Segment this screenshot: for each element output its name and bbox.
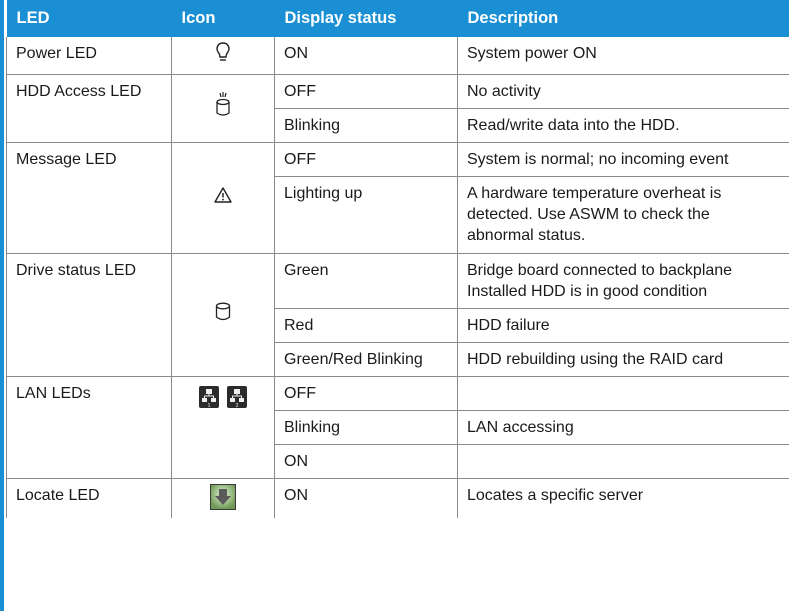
description <box>457 443 789 479</box>
lightbulb-icon <box>216 42 230 61</box>
led-name: Drive status LED <box>6 252 172 377</box>
description: No activity <box>457 73 789 109</box>
display-status: OFF <box>274 141 458 177</box>
svg-text:2: 2 <box>236 403 239 408</box>
description: Read/write data into the HDD. <box>457 107 789 143</box>
description: System power ON <box>457 37 789 75</box>
header-display-status: Display status <box>274 0 458 37</box>
display-status: Red <box>274 307 458 343</box>
icon-cell <box>171 73 275 143</box>
description <box>457 375 789 411</box>
led-name: Power LED <box>6 37 172 75</box>
table-row: Locate LED ON Locates a specific server <box>6 477 789 518</box>
description: System is normal; no incoming event <box>457 141 789 177</box>
locate-arrow-icon <box>210 483 236 510</box>
warning-triangle-icon <box>214 186 232 203</box>
table-header-row: LED Icon Display status Description <box>6 0 789 37</box>
display-status: OFF <box>274 73 458 109</box>
display-status: ON <box>274 37 458 75</box>
header-led: LED <box>6 0 172 37</box>
led-name: LAN LEDs <box>6 375 172 479</box>
led-name: Message LED <box>6 141 172 254</box>
icon-cell: 1 2 <box>171 375 275 479</box>
table-row: Drive status LED Green Bridge board conn… <box>6 252 789 377</box>
display-status: ON <box>274 443 458 479</box>
table-row: HDD Access LED OFF No activity <box>6 73 789 143</box>
led-status-table: LED Icon Display status Description Powe… <box>6 0 789 518</box>
description: Bridge board connected to backplane Inst… <box>457 252 789 309</box>
description: A hardware temperature overheat is detec… <box>457 175 789 254</box>
display-status: Blinking <box>274 107 458 143</box>
hdd-access-icon <box>216 92 230 116</box>
description: HDD rebuilding using the RAID card <box>457 341 789 377</box>
icon-cell <box>171 37 275 75</box>
display-status: ON <box>274 477 458 518</box>
display-status: OFF <box>274 375 458 411</box>
description: HDD failure <box>457 307 789 343</box>
svg-text:1: 1 <box>207 403 210 408</box>
icon-cell <box>171 141 275 254</box>
lan-network-icon: 1 <box>198 385 219 409</box>
drive-cylinder-icon <box>215 302 231 320</box>
table-row: Power LED ON System power ON <box>6 37 789 75</box>
display-status: Blinking <box>274 409 458 445</box>
display-status: Green <box>274 252 458 309</box>
header-icon: Icon <box>171 0 275 37</box>
led-name: HDD Access LED <box>6 73 172 143</box>
icon-cell <box>171 252 275 377</box>
icon-cell <box>171 477 275 518</box>
lan-network-icon: 2 <box>227 385 248 409</box>
table-row: LAN LEDs 1 2 OFF <box>6 375 789 479</box>
table-row: Message LED OFF System is normal; no inc… <box>6 141 789 254</box>
display-status: Lighting up <box>274 175 458 254</box>
header-description: Description <box>457 0 789 37</box>
description: Locates a specific server <box>457 477 789 518</box>
led-name: Locate LED <box>6 477 172 518</box>
description: LAN accessing <box>457 409 789 445</box>
display-status: Green/Red Blinking <box>274 341 458 377</box>
left-accent-bar <box>0 0 4 611</box>
